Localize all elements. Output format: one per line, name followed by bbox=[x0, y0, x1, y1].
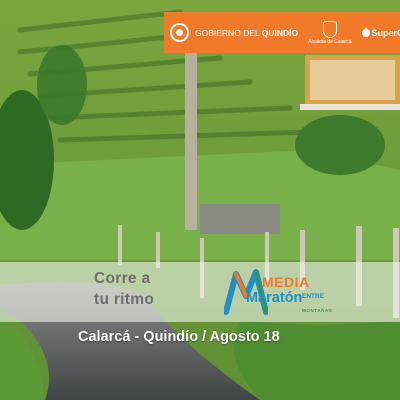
location-date: Calarcá - Quindío / Agosto 18 bbox=[78, 329, 280, 345]
alcaldia-label: Alcaldía de Calarcá bbox=[308, 38, 352, 45]
logo-maraton-text: Maratón bbox=[246, 290, 303, 306]
logo-montanas-text: MONTAÑAS bbox=[302, 308, 333, 313]
gobierno-quindio-label: GOBIERNO DEL QUINDÍO bbox=[195, 27, 299, 38]
tagline: Corre a tu ritmo bbox=[94, 268, 154, 310]
alcaldia-logo: Alcaldía de Calarcá bbox=[308, 20, 352, 45]
supergiros-label: SuperGIROS bbox=[371, 27, 400, 38]
gobierno-seal-icon bbox=[170, 23, 189, 42]
tagline-line-2: tu ritmo bbox=[94, 291, 155, 308]
tagline-line-1: Corre a bbox=[94, 270, 151, 287]
supergiros-logo: SuperGIROS bbox=[359, 26, 400, 39]
promo-banner: GOBIERNO DEL QUINDÍO Alcaldía de Calarcá… bbox=[0, 0, 400, 400]
logo-media-text: MEDIA bbox=[262, 274, 310, 290]
media-maraton-logo: MEDIA Maratón ENTRE MONTAÑAS bbox=[224, 266, 334, 320]
crest-icon bbox=[322, 20, 337, 38]
drop-icon bbox=[359, 26, 372, 39]
logo-entre-text: ENTRE bbox=[302, 293, 325, 300]
event-band bbox=[0, 262, 400, 322]
sponsor-bar: GOBIERNO DEL QUINDÍO Alcaldía de Calarcá… bbox=[164, 12, 400, 53]
